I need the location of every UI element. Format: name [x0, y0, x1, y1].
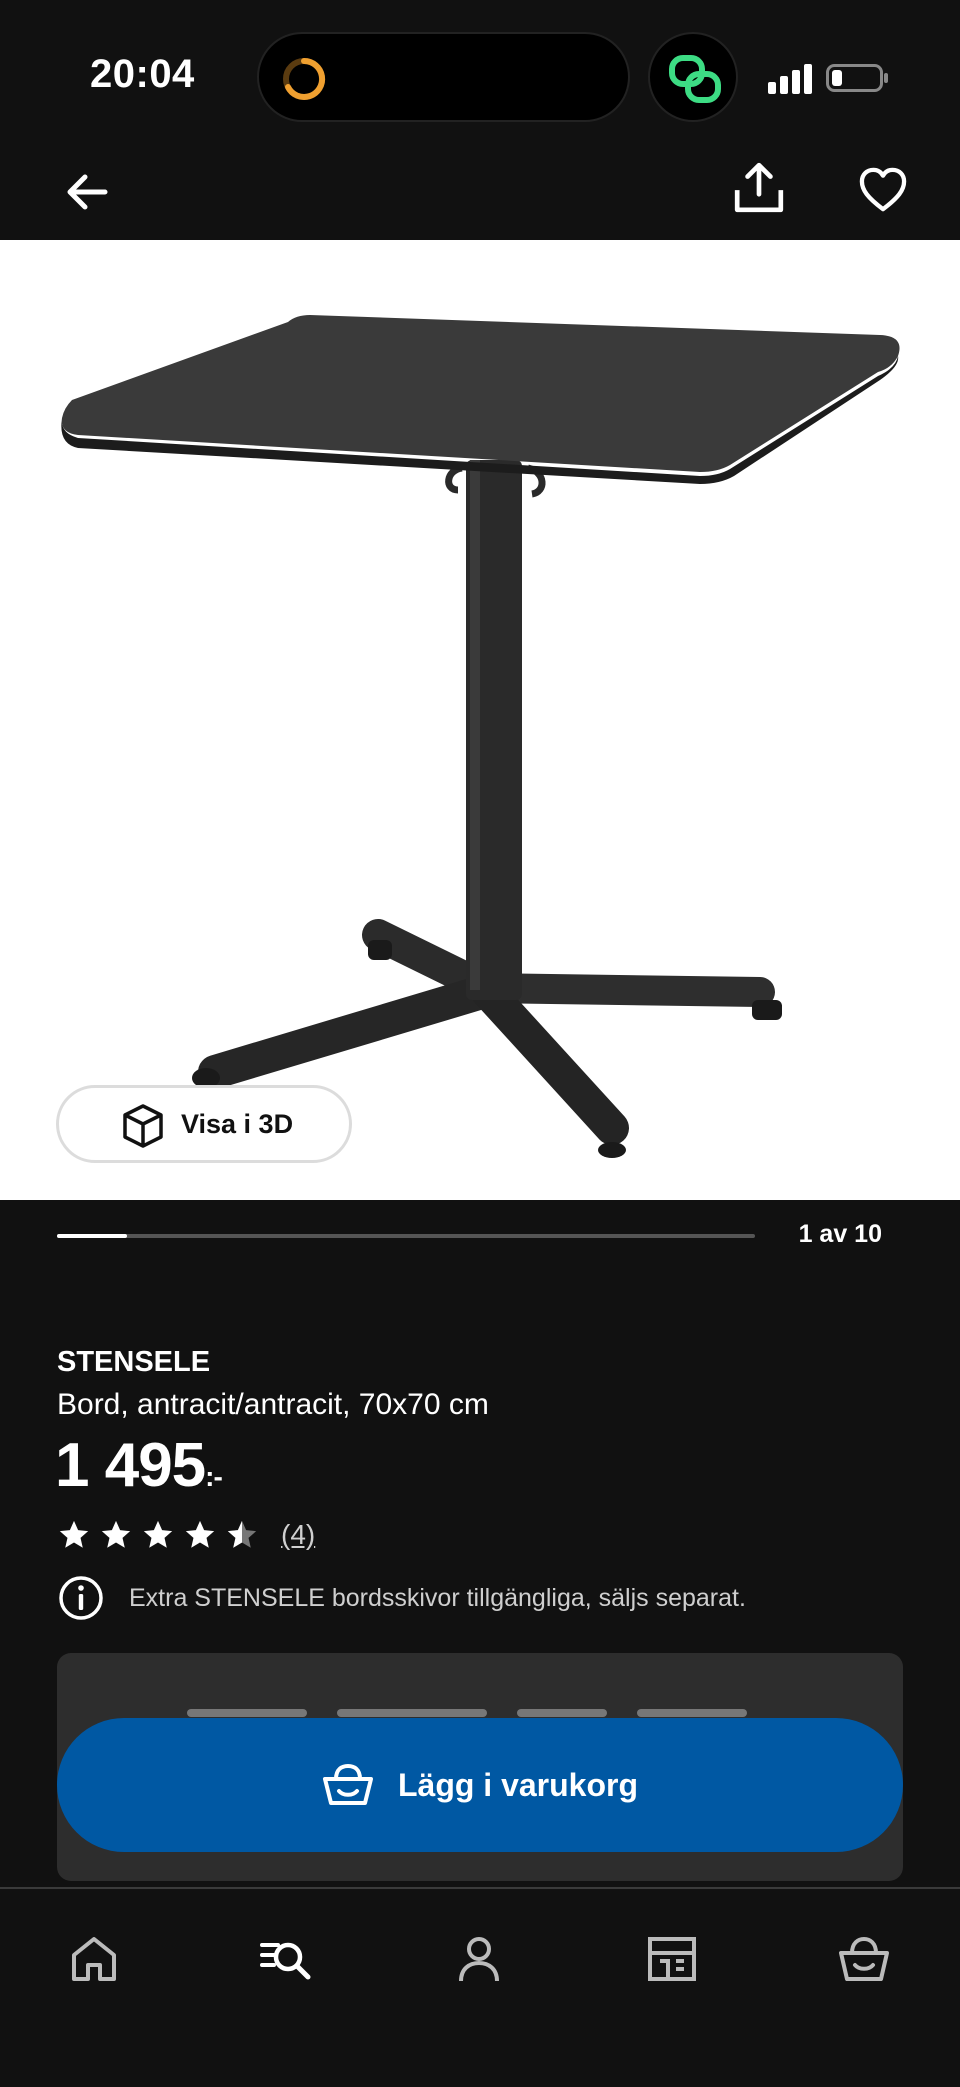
add-to-cart-label: Lägg i varukorg: [397, 1766, 639, 1803]
bottom-navigation: [0, 1887, 960, 2087]
favorite-button[interactable]: [848, 155, 918, 225]
price-value: 1 495: [55, 1431, 206, 1500]
timer-ring-icon: [283, 57, 326, 100]
basket-icon: [322, 1763, 373, 1805]
star-half-icon: [227, 1520, 257, 1548]
rating[interactable]: (4): [57, 1518, 315, 1552]
tab-home[interactable]: [54, 1919, 134, 1999]
info-notice: Extra STENSELE bordsskivor tillgängliga,…: [57, 1573, 746, 1623]
dynamic-island: [257, 32, 630, 122]
status-time: 20:04: [90, 52, 195, 96]
share-button[interactable]: [724, 153, 794, 223]
gallery-progress-fill: [57, 1234, 127, 1238]
star-full-icon: [185, 1520, 215, 1548]
star-full-icon: [59, 1520, 89, 1548]
add-to-cart-button[interactable]: Lägg i varukorg: [57, 1718, 903, 1852]
info-text: Extra STENSELE bordsskivor tillgängliga,…: [129, 1583, 746, 1612]
battery-icon: [826, 64, 888, 92]
share-icon: [734, 162, 784, 213]
signal-icon: [768, 64, 812, 94]
product-image: [61, 315, 900, 1158]
product-name: STENSELE: [57, 1346, 211, 1378]
tab-cart[interactable]: [824, 1919, 904, 1999]
view-3d-label: Visa i 3D: [181, 1108, 294, 1139]
tab-store[interactable]: [632, 1919, 712, 1999]
star-full-icon: [143, 1520, 173, 1548]
home-icon: [72, 1937, 116, 1981]
view-3d-button[interactable]: Visa i 3D: [56, 1085, 352, 1163]
gallery-progress: [57, 1234, 755, 1238]
star-full-icon: [101, 1520, 131, 1548]
info-icon: [59, 1576, 103, 1620]
link-activity-bubble: [648, 32, 738, 122]
product-price: 1 495:-: [55, 1430, 223, 1501]
link-icon: [669, 55, 721, 103]
product-image-gallery[interactable]: Visa i 3D: [0, 240, 960, 1200]
back-button[interactable]: [52, 157, 122, 227]
arrow-left-icon: [67, 174, 108, 210]
search-icon: [260, 1942, 311, 1980]
person-icon: [459, 1937, 499, 1982]
product-description: Bord, antracit/antracit, 70x70 cm: [57, 1388, 489, 1421]
top-navigation: [0, 145, 960, 240]
heart-icon: [859, 167, 907, 212]
status-bar: 20:04: [0, 0, 960, 145]
gallery-counter: 1 av 10: [798, 1220, 882, 1248]
price-suffix: :-: [205, 1461, 223, 1492]
basket-icon: [839, 1936, 889, 1981]
store-icon: [648, 1937, 696, 1981]
tab-profile[interactable]: [439, 1919, 519, 1999]
cube-3d-icon: [123, 1104, 163, 1148]
review-count-link[interactable]: (4): [281, 1519, 315, 1551]
tab-search[interactable]: [246, 1919, 326, 1999]
